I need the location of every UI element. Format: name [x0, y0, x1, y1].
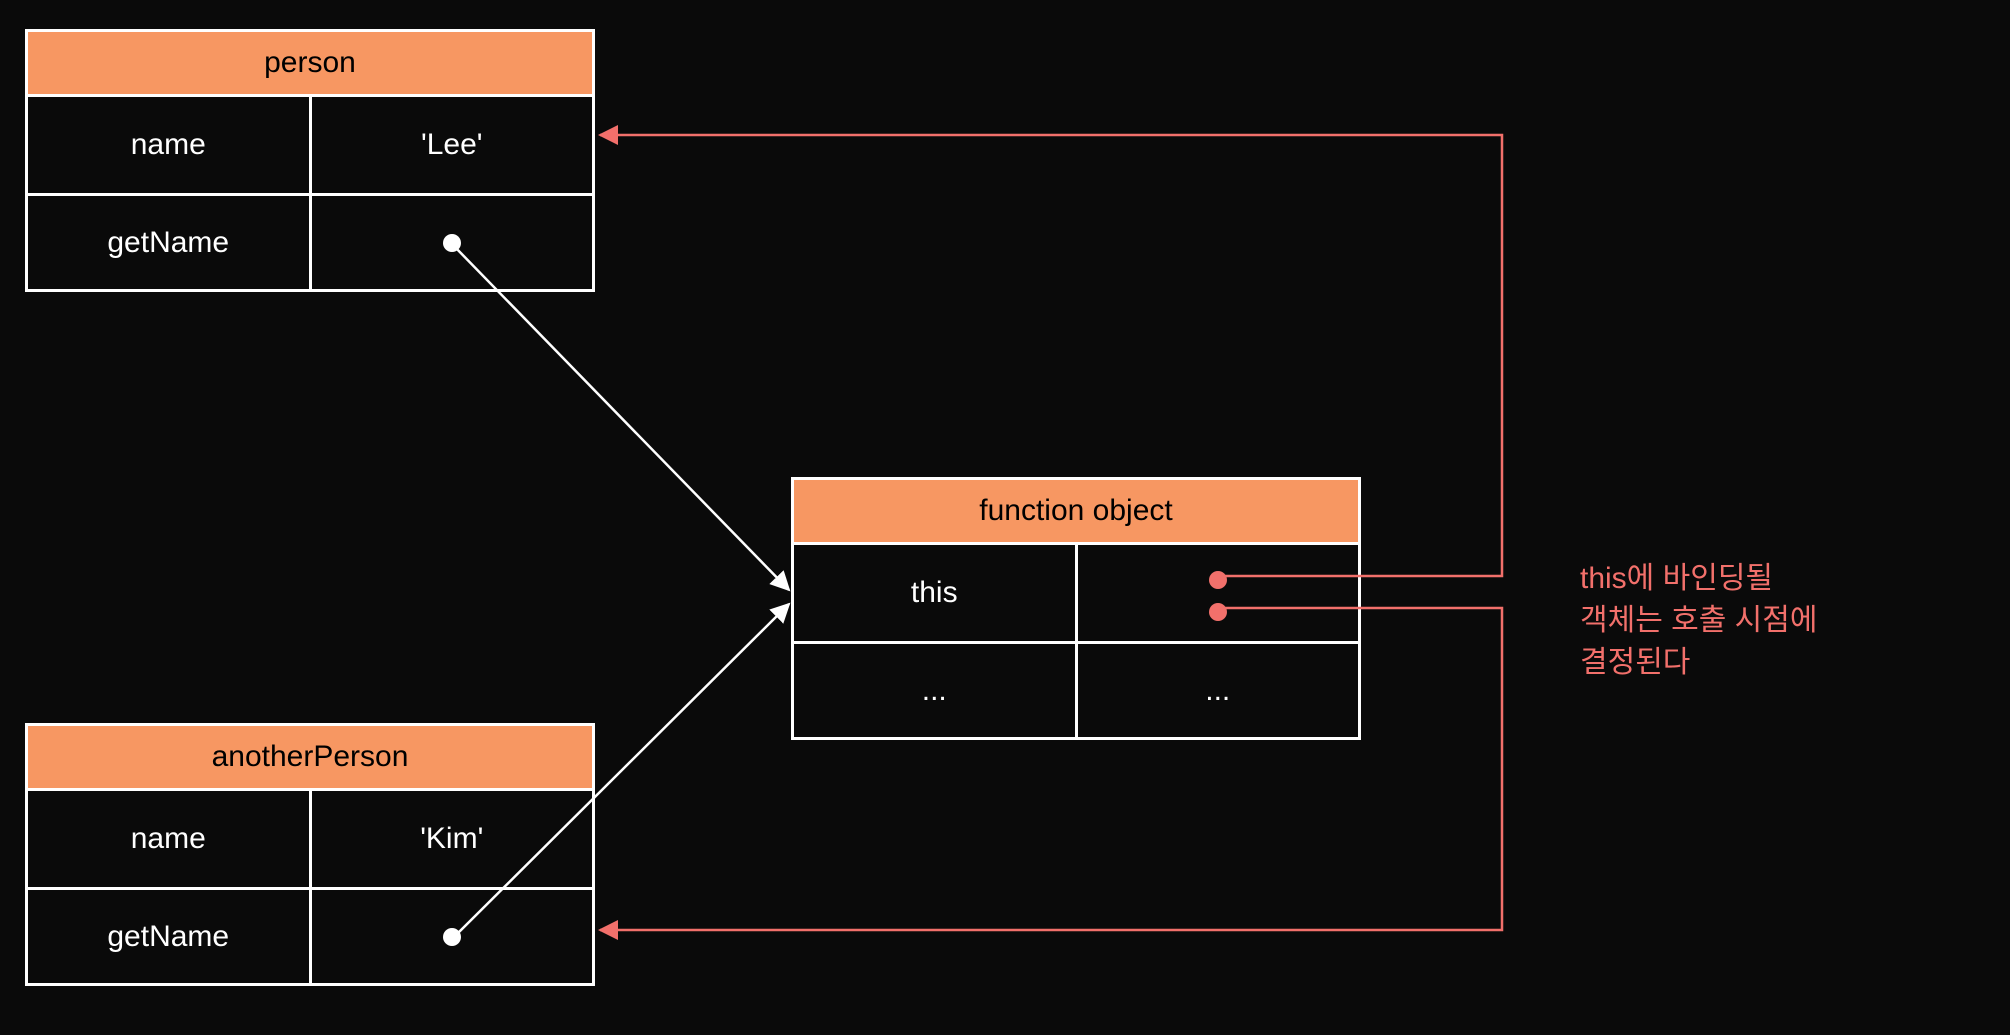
function-object-table: function object this ... ...: [791, 477, 1361, 740]
another-person-object-table: anotherPerson name 'Kim' getName: [25, 723, 595, 986]
this-binding-dot-1-icon: [1209, 571, 1227, 589]
prop-value: 'Kim': [309, 791, 593, 887]
prop-key: getName: [28, 890, 309, 983]
prop-key: name: [28, 791, 309, 887]
person-header: person: [28, 32, 592, 97]
arrow-person-to-function: [453, 245, 789, 590]
table-row: getName: [28, 193, 592, 289]
prop-value: [309, 890, 593, 983]
reference-dot-icon: [443, 928, 461, 946]
prop-value: 'Lee': [309, 97, 593, 193]
prop-value: [309, 196, 593, 289]
prop-value: [1075, 545, 1359, 641]
this-binding-dot-2-icon: [1209, 603, 1227, 621]
another-person-header: anotherPerson: [28, 726, 592, 791]
table-row: ... ...: [794, 641, 1358, 737]
table-row: this: [794, 545, 1358, 641]
prop-key: this: [794, 545, 1075, 641]
table-row: name 'Kim': [28, 791, 592, 887]
reference-dot-icon: [443, 234, 461, 252]
prop-value: ...: [1075, 644, 1359, 737]
table-row: getName: [28, 887, 592, 983]
annotation-line-2: 객체는 호출 시점에: [1580, 600, 1817, 642]
annotation-text: this에 바인딩될 객체는 호출 시점에 결정된다: [1580, 558, 1817, 684]
annotation-line-1: this에 바인딩될: [1580, 558, 1817, 600]
function-object-header: function object: [794, 480, 1358, 545]
table-row: name 'Lee': [28, 97, 592, 193]
person-object-table: person name 'Lee' getName: [25, 29, 595, 292]
prop-key: ...: [794, 644, 1075, 737]
prop-key: getName: [28, 196, 309, 289]
prop-key: name: [28, 97, 309, 193]
annotation-line-3: 결정된다: [1580, 642, 1817, 684]
